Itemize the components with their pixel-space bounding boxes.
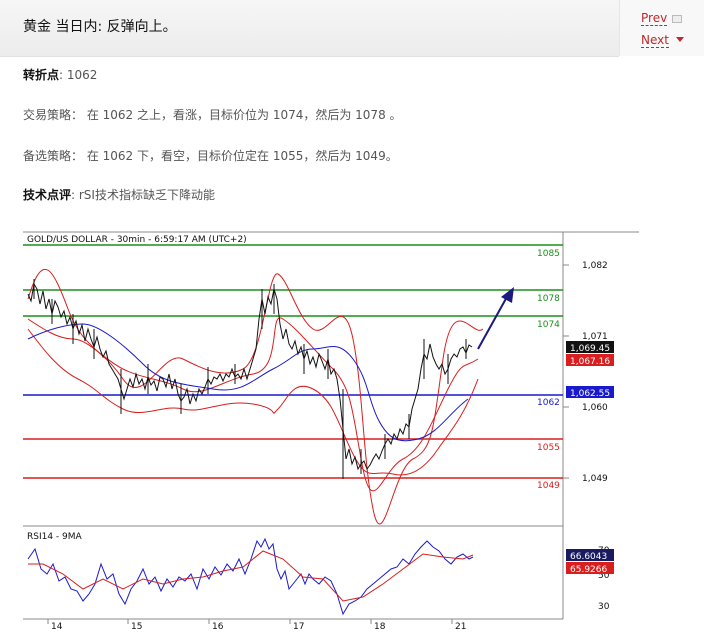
last-price-text: 1,069.45 [570, 344, 610, 354]
caret-down-icon[interactable] [676, 37, 684, 42]
prev-price-text: 1,067.16 [570, 357, 610, 367]
date-tick-14: 14 [51, 622, 63, 632]
level-label-1062: 1062 [537, 398, 560, 408]
chart-svg: GOLD/US DOLLAR - 30min - 6:59:17 AM (UTC… [23, 229, 639, 639]
date-tick-18: 18 [374, 622, 386, 632]
comment-text: : rSI技术指标缺乏下降动能 [71, 188, 215, 202]
price-tick-1060: 1,060 [582, 403, 608, 413]
level-label-1085: 1085 [537, 249, 560, 259]
date-tick-16: 16 [212, 622, 224, 632]
prev-link[interactable]: Prev [641, 11, 668, 26]
strategy-text: ： 在 1062 之上，看涨，目标价位为 1074，然后为 1078 。 [71, 108, 402, 122]
page-title: 黄金 当日内: 反弹向上。 [23, 19, 177, 35]
pivot-label: 转折点 [23, 68, 60, 82]
pivot-line: 转折点: 1062 [23, 66, 97, 83]
chart-header: GOLD/US DOLLAR - 30min - 6:59:17 AM (UTC… [27, 235, 247, 245]
price-tick-1071: 1,071 [582, 332, 608, 342]
date-tick-21: 21 [455, 622, 466, 632]
price-chart: GOLD/US DOLLAR - 30min - 6:59:17 AM (UTC… [23, 229, 639, 639]
rsi-value-text: 66.6043 [570, 552, 607, 562]
comment-label: 技术点评 [23, 188, 72, 202]
date-tick-17: 17 [293, 622, 304, 632]
rsi-ma-text: 65.9266 [570, 565, 607, 575]
price-tick-1082: 1,082 [582, 261, 608, 271]
strategy-label: 交易策略 [23, 108, 72, 122]
date-tick-15: 15 [131, 622, 142, 632]
title-bar: 黄金 当日内: 反弹向上。 [0, 0, 619, 57]
pivot-value: : 1062 [59, 68, 98, 82]
pager: Prev Next [619, 0, 704, 56]
level-label-1049: 1049 [537, 481, 560, 491]
level-label-1078: 1078 [537, 294, 560, 304]
alt-strategy-text: ： 在 1062 下，看空，目标价位定在 1055，然后为 1049。 [71, 149, 398, 163]
rsi-header: RSI14 - 9MA [27, 532, 83, 542]
rsi-tick-30: 30 [598, 602, 610, 612]
mail-icon [672, 15, 682, 23]
level-label-1055: 1055 [537, 443, 560, 453]
alt-strategy-line: 备选策略： 在 1062 下，看空，目标价位定在 1055，然后为 1049。 [23, 147, 398, 164]
alt-strategy-label: 备选策略 [23, 149, 72, 163]
next-link[interactable]: Next [641, 33, 669, 48]
level-label-1074: 1074 [537, 320, 560, 330]
comment-line: 技术点评: rSI技术指标缺乏下降动能 [23, 186, 215, 203]
price-tick-1049: 1,049 [582, 474, 608, 484]
strategy-line: 交易策略： 在 1062 之上，看涨，目标价位为 1074，然后为 1078 。 [23, 106, 402, 123]
pivot-price-text: 1,062.55 [570, 389, 610, 399]
